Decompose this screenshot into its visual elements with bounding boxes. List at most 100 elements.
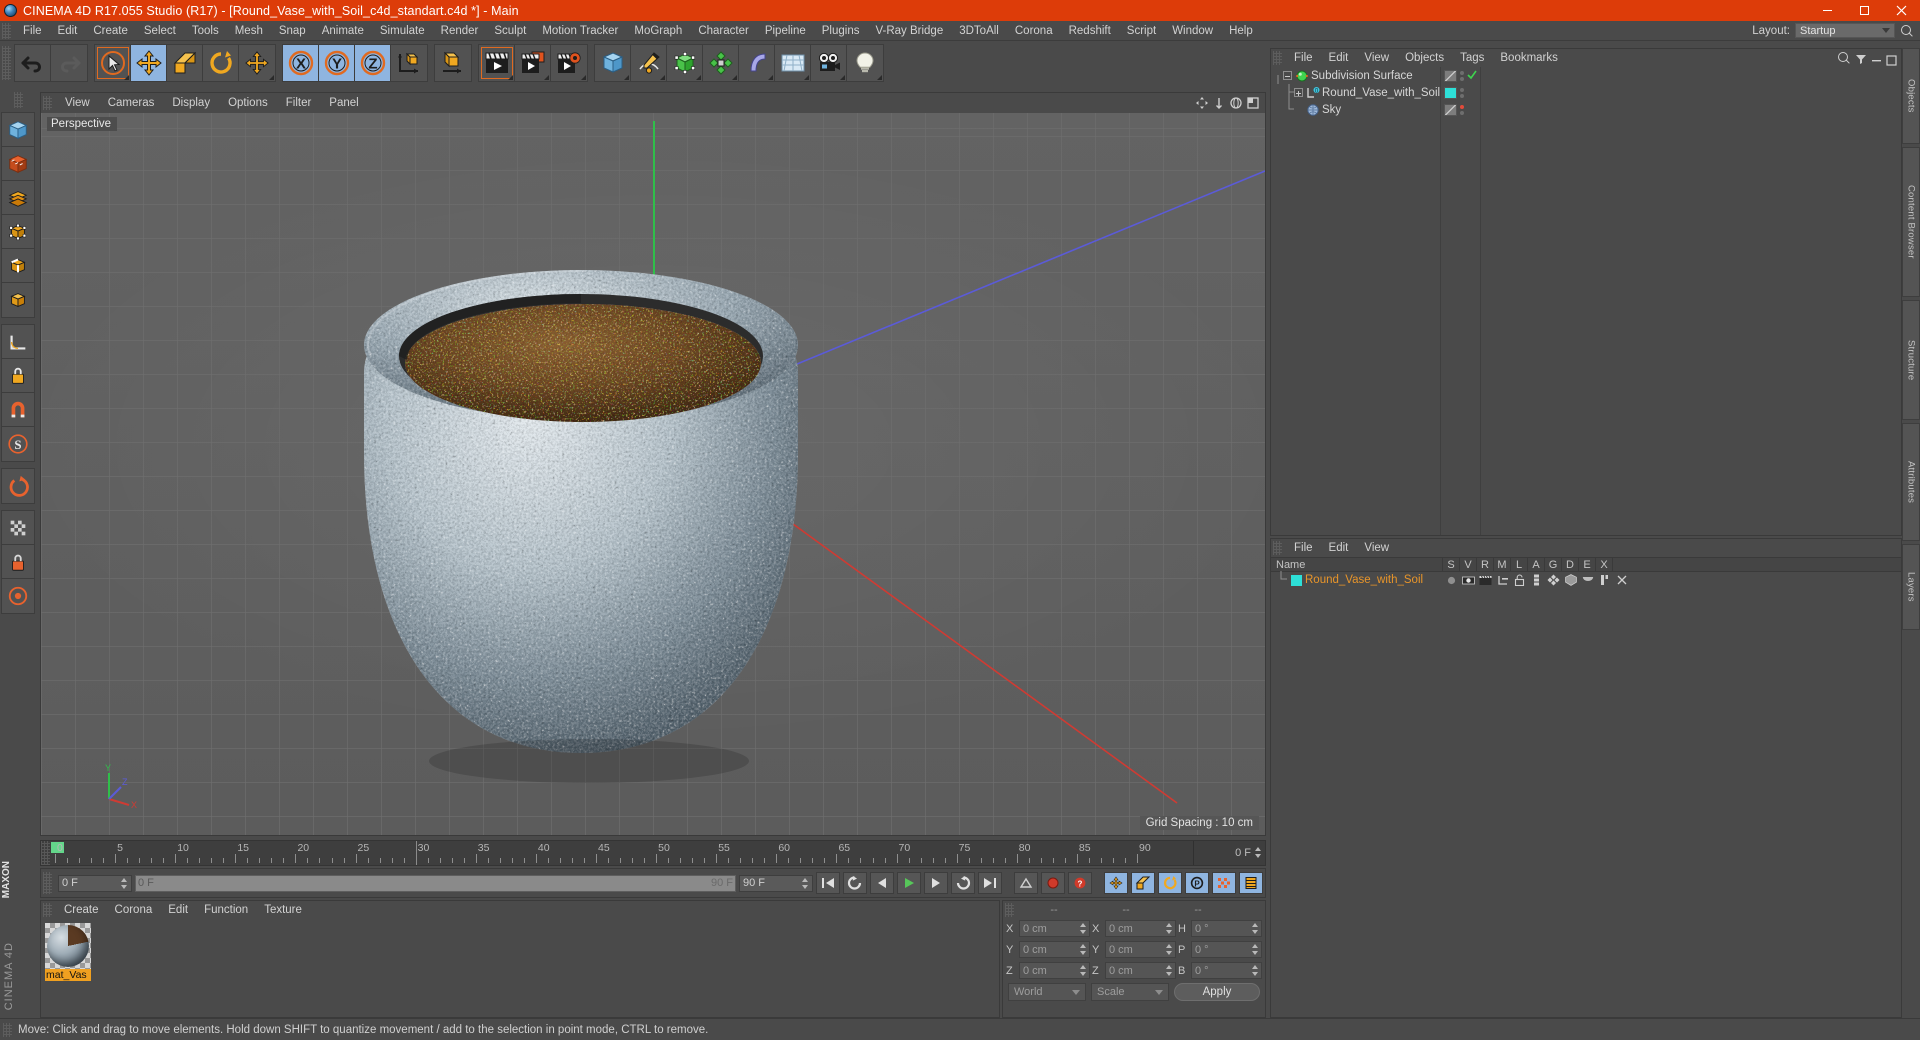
add-cube-button[interactable] [595, 45, 631, 81]
record-scale-button[interactable] [1131, 872, 1155, 894]
rot-b-input[interactable]: 0 ° [1191, 962, 1262, 979]
spinner-icon[interactable] [1080, 965, 1087, 976]
playbar-grip[interactable] [43, 872, 52, 894]
expand-panel-icon[interactable] [1886, 53, 1897, 66]
object-manager-grip[interactable] [1273, 51, 1282, 65]
material-grip[interactable] [43, 903, 52, 917]
menu-sculpt[interactable]: Sculpt [486, 21, 534, 41]
spinner-icon[interactable] [1252, 923, 1259, 934]
z-axis-lock[interactable]: Z [355, 45, 391, 81]
visibility-dot-icon[interactable] [1460, 110, 1464, 115]
object-row[interactable]: Subdivision Surface [1271, 67, 1440, 84]
spinner-icon[interactable] [1166, 944, 1173, 955]
object-manager-empty-area[interactable] [1481, 67, 1901, 535]
search-icon[interactable] [1837, 51, 1851, 65]
redo-button[interactable] [51, 45, 87, 81]
add-environment-button[interactable] [775, 45, 811, 81]
render-to-picture-viewer-button[interactable] [515, 45, 551, 81]
spinner-icon[interactable] [1166, 923, 1173, 934]
maximize-icon[interactable] [1846, 0, 1883, 21]
menu-simulate[interactable]: Simulate [372, 21, 433, 41]
left-toolbar-grip[interactable] [13, 92, 23, 108]
material-menu-create[interactable]: Create [56, 901, 107, 919]
step-back-button[interactable] [870, 872, 894, 894]
deformer-icon[interactable] [1579, 575, 1596, 585]
object-row[interactable]: Sky [1271, 101, 1440, 118]
undo-button[interactable] [15, 45, 51, 81]
layermgr-menu-edit[interactable]: Edit [1321, 539, 1357, 557]
go-to-end-button[interactable] [978, 872, 1002, 894]
play-reverse-loop-button[interactable] [843, 872, 867, 894]
measure-tool-button[interactable] [2, 325, 34, 359]
s-symmetry-button[interactable]: S [2, 427, 34, 461]
menu-redshift[interactable]: Redshift [1061, 21, 1119, 41]
texture-mode-button[interactable] [2, 147, 34, 181]
coordinate-system-dropdown[interactable]: World [1008, 983, 1086, 1001]
menu-character[interactable]: Character [690, 21, 757, 41]
visibility-dots[interactable] [1460, 104, 1464, 115]
layer-stack-icon[interactable] [1528, 574, 1545, 586]
quantize-button[interactable] [2, 579, 34, 613]
coordinates-grip[interactable] [1005, 902, 1014, 917]
vertical-tab-content-browser[interactable]: Content Browser [1902, 147, 1920, 297]
y-axis-lock[interactable]: Y [319, 45, 355, 81]
live-selection-tool[interactable] [95, 45, 131, 81]
expression-icon[interactable] [1596, 574, 1613, 586]
polygon-mode-button[interactable] [2, 181, 34, 215]
timeline-frame-field[interactable]: 0 F [1193, 841, 1265, 865]
viewport-menu-cameras[interactable]: Cameras [99, 93, 164, 113]
record-rotation-button[interactable] [1158, 872, 1182, 894]
current-frame-field[interactable]: 0 F [58, 874, 132, 892]
objectmgr-menu-tags[interactable]: Tags [1452, 49, 1492, 67]
objectmgr-menu-edit[interactable]: Edit [1321, 49, 1357, 67]
record-pla-button[interactable] [1212, 872, 1236, 894]
viewport-menu-display[interactable]: Display [163, 93, 219, 113]
material-list[interactable]: mat_Vas [41, 919, 999, 1017]
toolbar-grip[interactable] [2, 46, 11, 80]
layout-dropdown[interactable]: Startup [1795, 23, 1895, 38]
menu-select[interactable]: Select [136, 21, 184, 41]
menu-plugins[interactable]: Plugins [814, 21, 868, 41]
material-menu-edit[interactable]: Edit [160, 901, 196, 919]
menu-v-ray-bridge[interactable]: V-Ray Bridge [867, 21, 951, 41]
object-tag-row[interactable] [1441, 84, 1480, 101]
move-tool[interactable] [131, 45, 167, 81]
menu-edit[interactable]: Edit [50, 21, 86, 41]
menu-pipeline[interactable]: Pipeline [757, 21, 814, 41]
maximize-view-icon[interactable] [1246, 96, 1260, 110]
snap-button[interactable] [2, 393, 34, 427]
menu-script[interactable]: Script [1119, 21, 1164, 41]
layer-column-s[interactable]: S [1443, 558, 1460, 571]
visibility-dot-off-icon[interactable] [1460, 104, 1464, 109]
layer-name-cell[interactable]: Round_Vase_with_Soil [1271, 570, 1443, 590]
add-nurbs-button[interactable] [667, 45, 703, 81]
vertical-tab-layers[interactable]: Layers [1902, 544, 1920, 630]
vertical-tab-structure[interactable]: Structure [1902, 300, 1920, 420]
workplane-lock-button[interactable] [2, 359, 34, 393]
viewport-menu-view[interactable]: View [56, 93, 99, 113]
object-mode-button[interactable] [2, 283, 34, 317]
enable-axis-button[interactable] [2, 469, 34, 503]
viewport-solo-button[interactable] [2, 511, 34, 545]
menu-window[interactable]: Window [1164, 21, 1221, 41]
play-button[interactable] [897, 872, 921, 894]
pos-x-input[interactable]: 0 cm [1019, 920, 1090, 937]
object-tag-row[interactable] [1441, 101, 1480, 118]
menu-snap[interactable]: Snap [271, 21, 314, 41]
layer-column-e[interactable]: E [1579, 558, 1596, 571]
model-mode-button[interactable] [2, 113, 34, 147]
menu-render[interactable]: Render [433, 21, 487, 41]
timeline-grip[interactable] [41, 841, 50, 865]
no-tag-icon[interactable] [1444, 103, 1457, 116]
material-tag-icon[interactable] [1444, 86, 1457, 99]
layer-column-a[interactable]: A [1528, 558, 1545, 571]
generator-icon[interactable] [1562, 574, 1579, 586]
collapse-minus-icon[interactable] [1283, 71, 1292, 80]
table-row[interactable]: Round_Vase_with_Soil [1271, 570, 1901, 590]
objectmgr-menu-file[interactable]: File [1286, 49, 1321, 67]
material-menu-corona[interactable]: Corona [107, 901, 161, 919]
spinner-icon[interactable] [802, 877, 809, 889]
menu-motion-tracker[interactable]: Motion Tracker [534, 21, 626, 41]
object-tree[interactable]: Subdivision Surface 0 Round_Vase_with_Soil… [1271, 67, 1441, 535]
layer-column-v[interactable]: V [1460, 558, 1477, 571]
